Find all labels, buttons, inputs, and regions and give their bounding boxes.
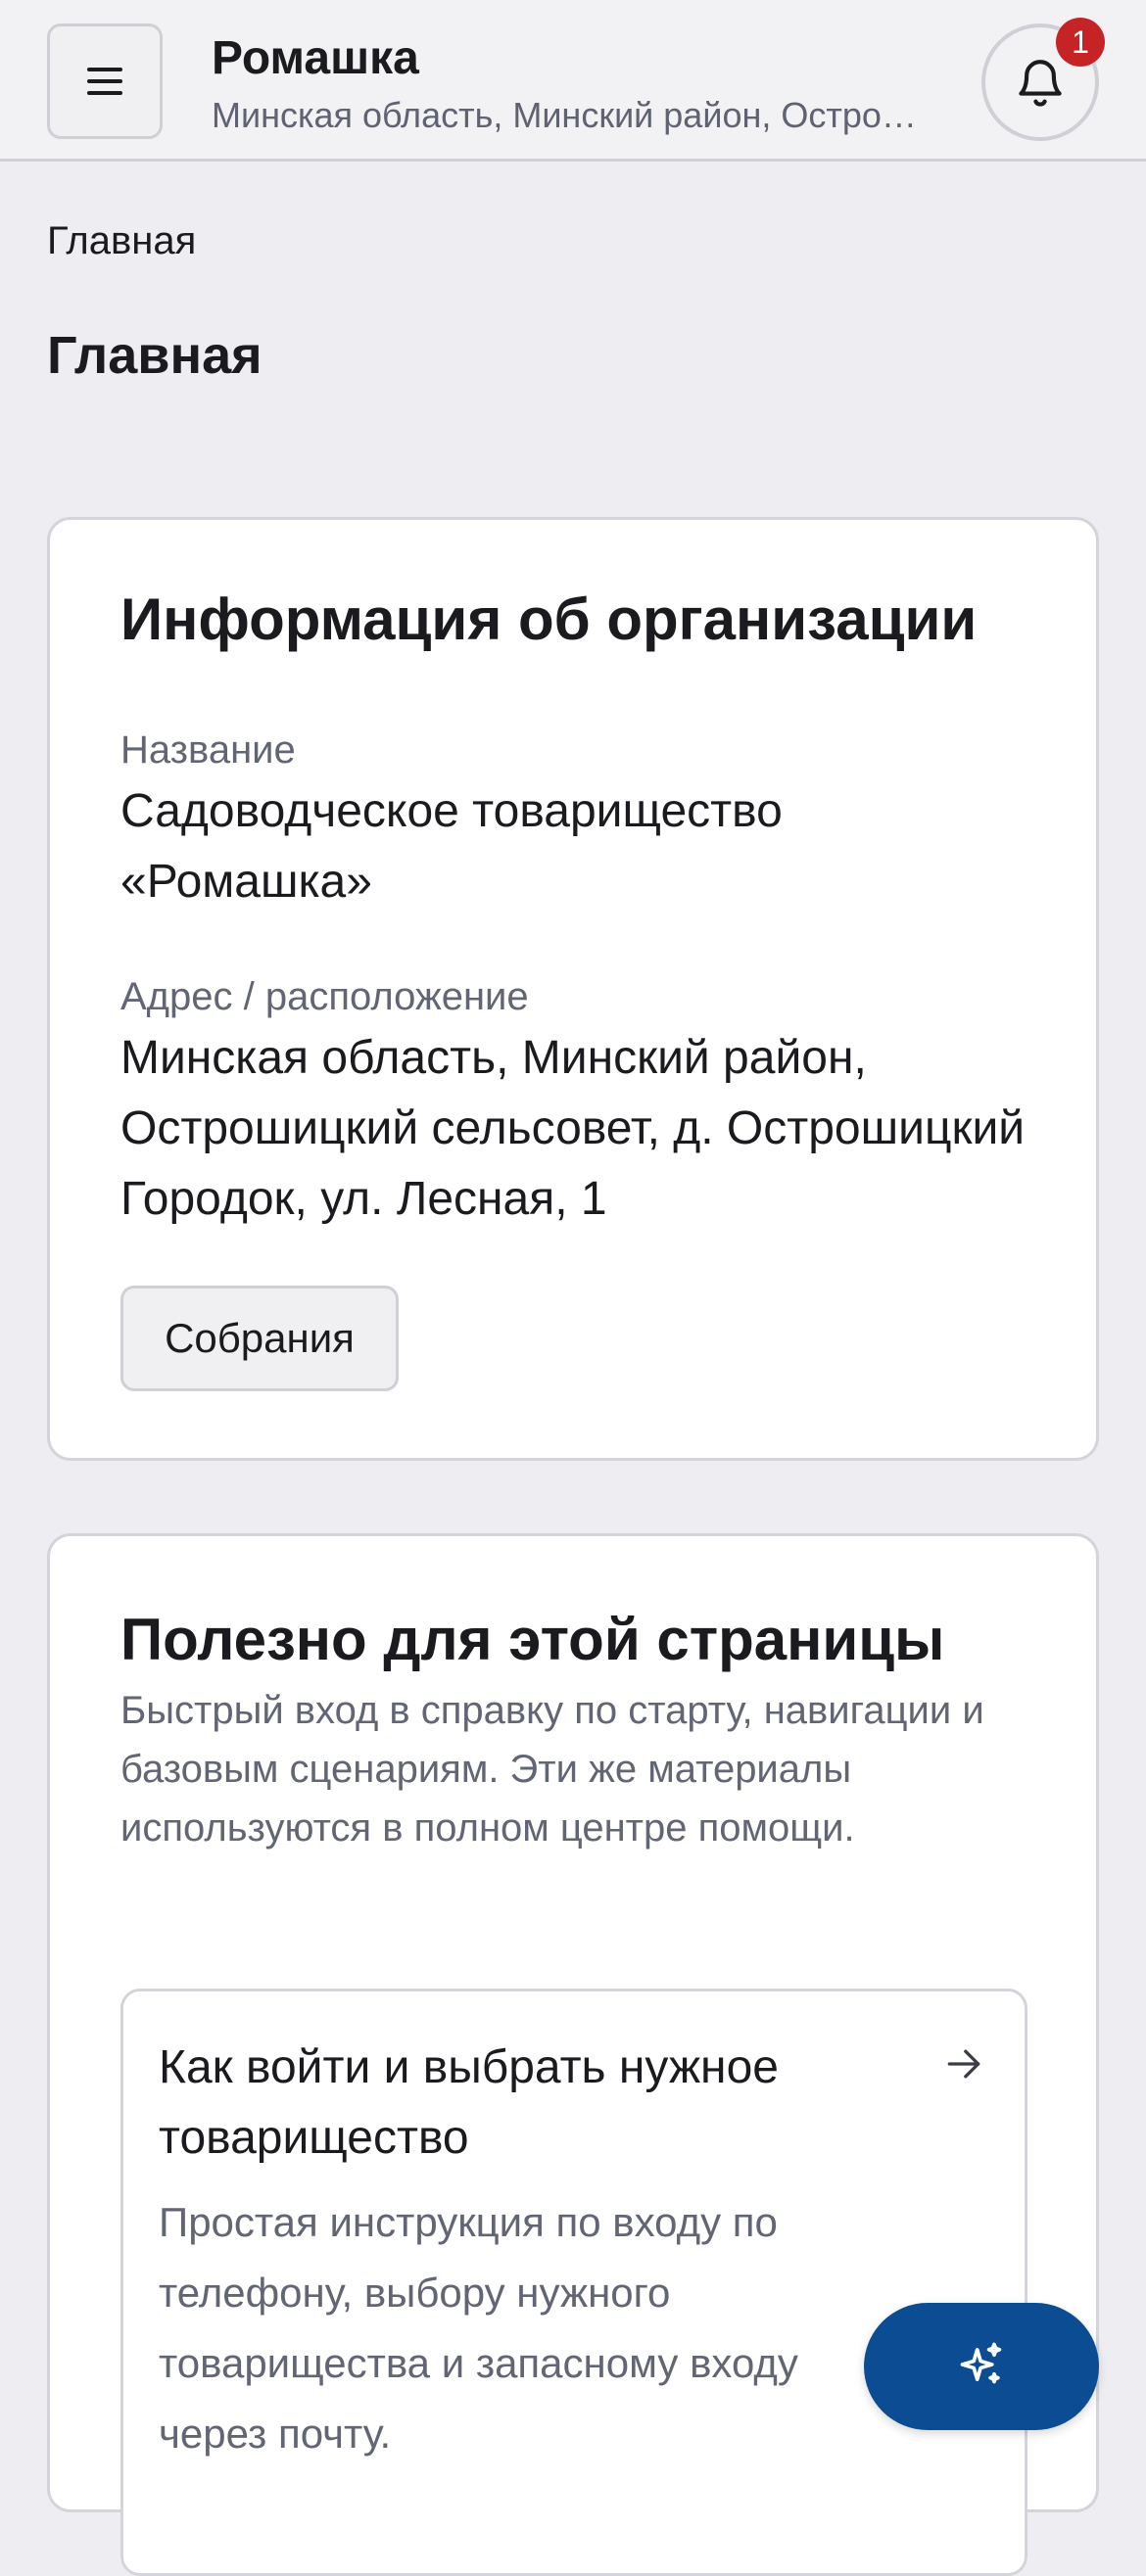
breadcrumb-item-home: Главная <box>47 219 197 262</box>
help-article-card[interactable]: Как войти и выбрать нужное товарищество … <box>120 1989 1027 2576</box>
address-label: Адрес / расположение <box>120 975 529 1018</box>
organization-address-subtitle: Минская область, Минский район, Острошиц… <box>212 95 927 135</box>
page-title: Главная <box>47 326 263 385</box>
name-label: Название <box>120 728 296 772</box>
organization-info-heading: Информация об организации <box>120 586 978 652</box>
organization-info-card: Информация об организации Название Садов… <box>47 517 1099 1461</box>
app-header: Ромашка Минская область, Минский район, … <box>0 0 1146 162</box>
organization-title: Ромашка <box>212 32 419 84</box>
notification-count-badge: 1 <box>1056 18 1105 67</box>
address-value: Минская область, Минский район, Острошиц… <box>120 1032 1026 1225</box>
help-article-description: Простая инструкция по входу по телефону,… <box>159 2199 798 2457</box>
help-article-title: Как войти и выбрать нужное товарищество <box>159 2041 779 2164</box>
hamburger-icon <box>87 68 122 95</box>
ai-assistant-button[interactable] <box>864 2303 1099 2430</box>
menu-button[interactable] <box>47 23 163 139</box>
name-value: Садоводческое товарищество «Ромашка» <box>120 785 783 908</box>
bell-icon <box>1013 53 1068 112</box>
help-heading: Полезно для этой страницы <box>120 1607 945 1672</box>
sparkles-icon <box>956 2339 1007 2395</box>
breadcrumb: Главная <box>47 215 196 266</box>
help-description: Быстрый вход в справку по старту, навига… <box>120 1689 984 1850</box>
arrow-right-icon <box>942 2042 985 2090</box>
meetings-button[interactable]: Собрания <box>120 1286 399 1391</box>
